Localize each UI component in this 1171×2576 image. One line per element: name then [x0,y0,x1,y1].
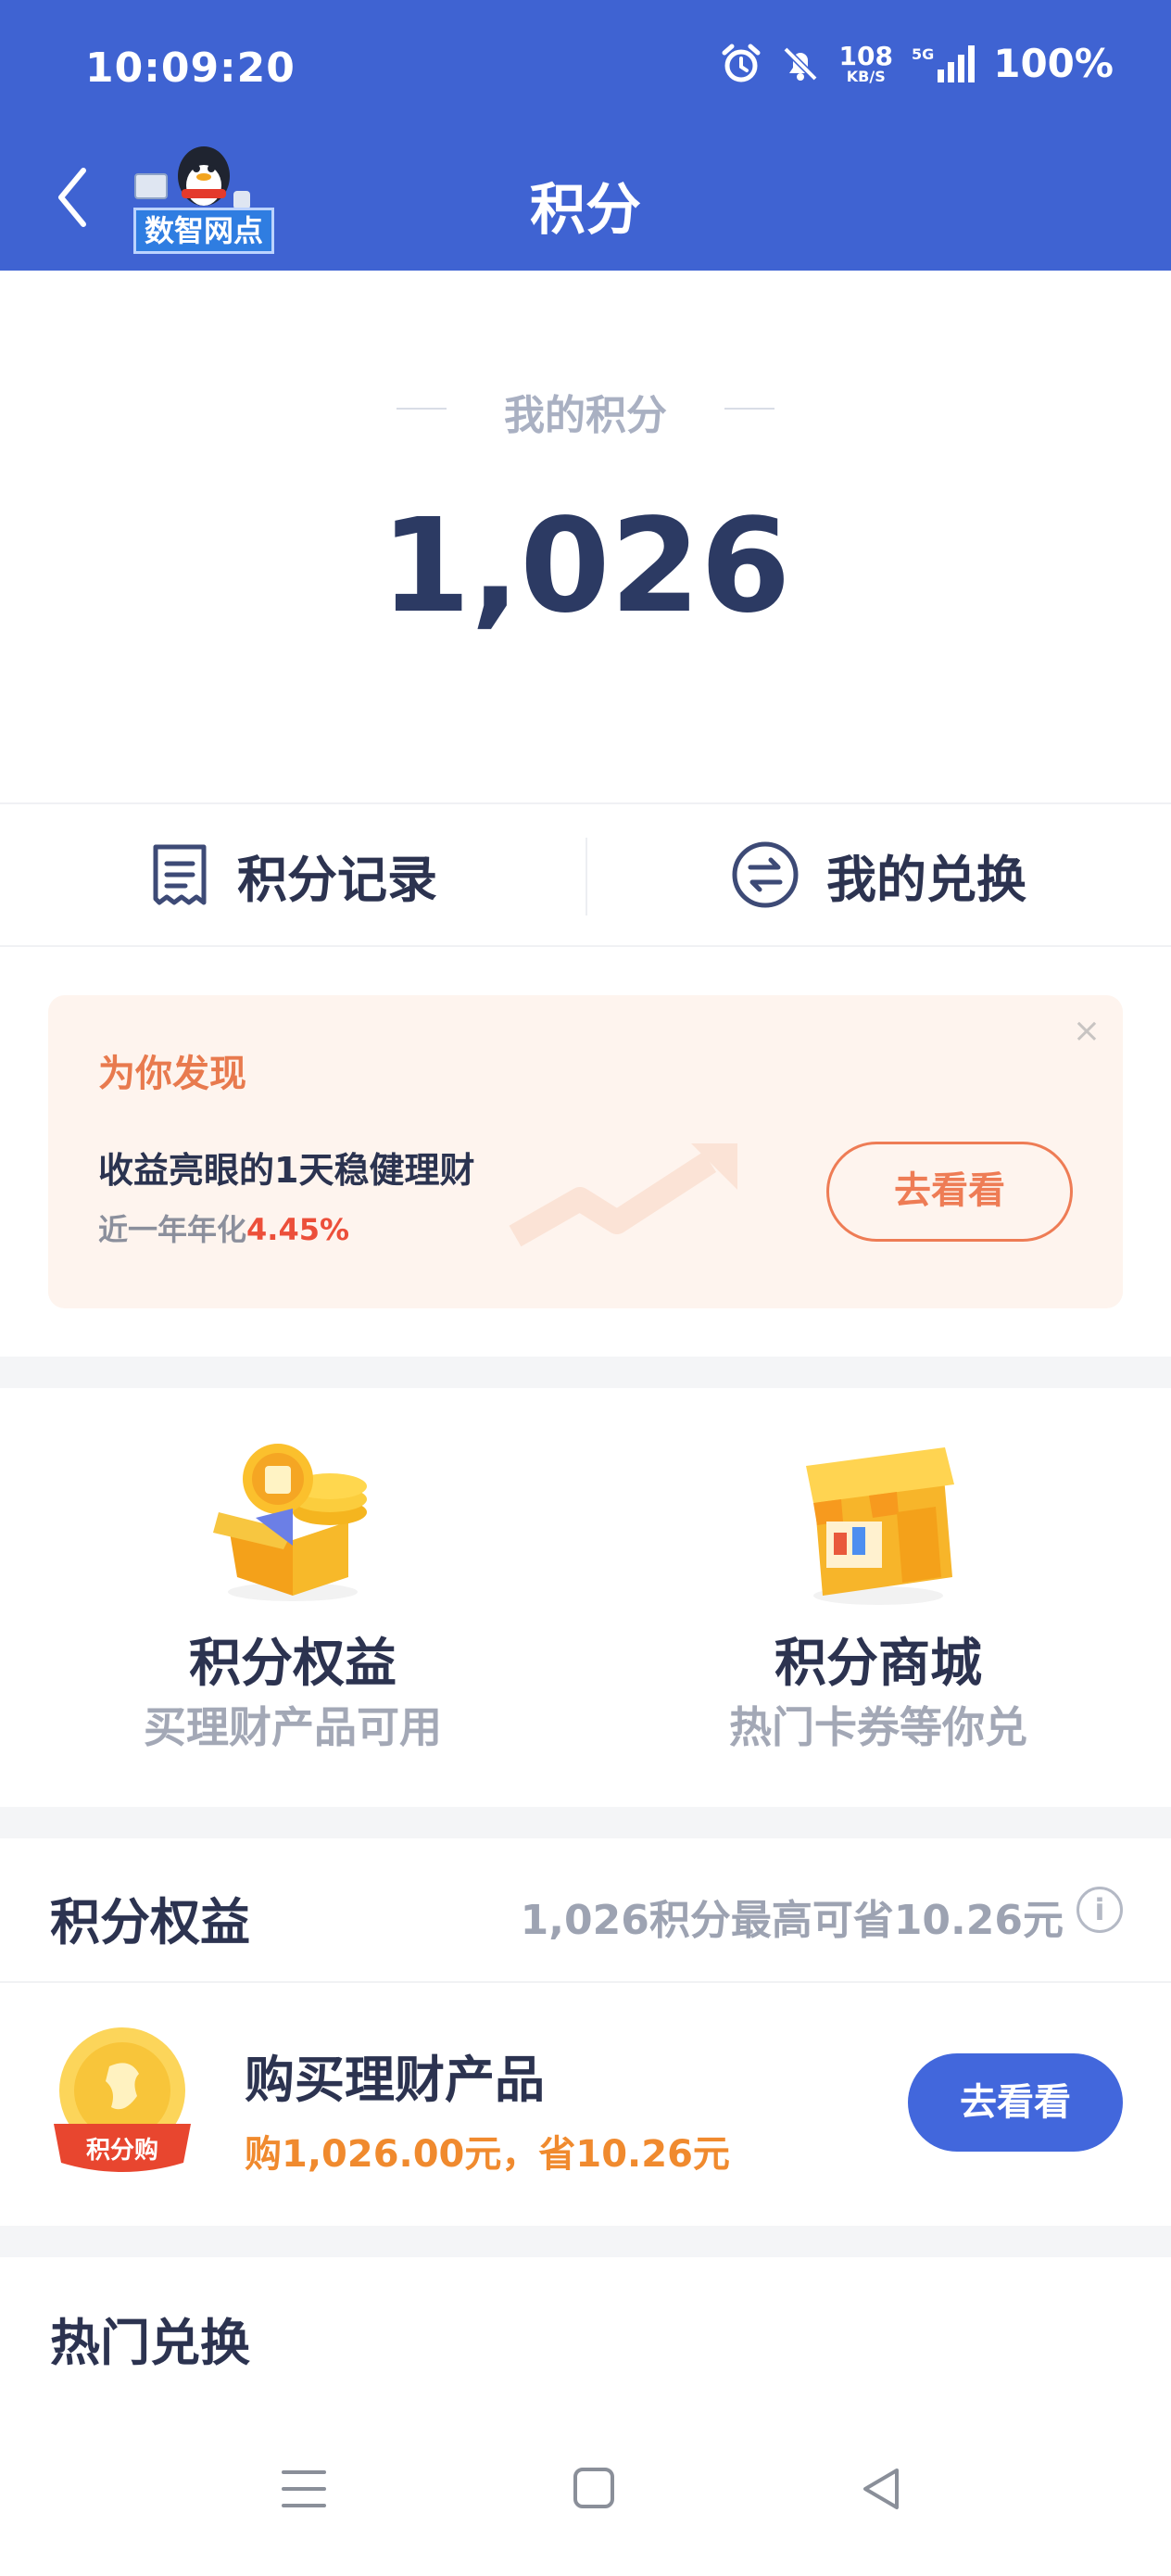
app-header: 10:09:20 108 KB/S 5G 100% 数智网点 积分 [0,0,1171,271]
feature-points-benefits[interactable]: 积分权益 买理财产品可用 [0,1410,586,1799]
menu-icon[interactable] [282,2469,326,2509]
network-type: 5G [911,44,935,63]
status-icons: 108 KB/S 5G 100% [721,41,1114,86]
section-gap [0,1357,1171,1388]
status-time: 10:09:20 [85,44,296,92]
tab-my-exchange[interactable]: 我的兑换 [730,804,1026,945]
signal-icon [938,44,976,82]
feature-title: 积分权益 [189,1634,397,1694]
product-saving: 购1,026.00元，省10.26元 [245,2133,730,2176]
trend-arrow-icon [509,1143,737,1247]
signal-group: 5G [911,44,976,82]
points-buy-badge: 积分购 [48,2026,196,2183]
promo-rate-prefix: 近一年年化 [98,1212,247,1247]
points-actions: 积分记录 我的兑换 [0,802,1171,947]
store-icon [806,1447,954,1605]
bell-muted-icon [783,46,817,81]
points-buy-badge-text: 积分购 [85,2137,158,2165]
feature-title: 积分商城 [774,1634,982,1694]
close-icon[interactable]: × [1073,1012,1101,1050]
page-title: 积分 [530,178,641,243]
section-gap [0,1807,1171,1838]
tab-my-exchange-label: 我的兑换 [826,850,1026,909]
info-icon[interactable]: i [1077,1887,1123,1933]
speed-unit: KB/S [846,67,886,85]
home-square-icon[interactable] [573,2467,615,2509]
benefits-heading: 积分权益 [50,1893,250,1951]
product-row[interactable]: 积分购 购买理财产品 购1,026.00元，省10.26元 去看看 [0,2011,1171,2216]
promo-card[interactable]: × 为你发现 收益亮眼的1天稳健理财 近一年年化4.45% 去看看 [48,995,1123,1308]
promo-view-button[interactable]: 去看看 [826,1142,1073,1242]
feature-points-mall[interactable]: 积分商城 热门卡券等你兑 [586,1410,1171,1799]
label-dash-right [724,408,774,410]
back-triangle-icon[interactable] [860,2467,902,2511]
document-list-icon [153,844,207,905]
my-points-label: 我的积分 [504,392,667,439]
exchange-icon [732,841,799,908]
promo-rate-value: 4.45% [246,1212,350,1247]
tab-points-records[interactable]: 积分记录 [148,804,437,945]
benefits-note: 1,026积分最高可省10.26元 [520,1897,1064,1944]
battery-text: 100% [993,41,1114,86]
feature-subtitle: 热门卡券等你兑 [729,1702,1027,1752]
treasure-coins-icon [213,1444,367,1601]
promo-rate: 近一年年化4.45% [98,1206,349,1249]
network-speed: 108 KB/S [838,40,893,85]
tab-divider [586,838,587,915]
promo-title: 为你发现 [98,1053,246,1095]
system-nav-bar [0,2404,1171,2576]
feature-subtitle: 买理财产品可用 [144,1702,442,1752]
promo-subtitle: 收益亮眼的1天稳健理财 [98,1150,475,1191]
row-divider [0,1981,1171,1983]
points-balance: 1,026 [380,491,791,642]
product-view-button[interactable]: 去看看 [908,2053,1123,2152]
product-title: 购买理财产品 [245,2051,545,2109]
speed-value: 108 [838,40,893,71]
section-gap [0,2226,1171,2257]
tab-points-records-label: 积分记录 [237,850,437,909]
hot-exchange-heading: 热门兑换 [50,2314,250,2372]
alarm-icon [722,44,761,82]
